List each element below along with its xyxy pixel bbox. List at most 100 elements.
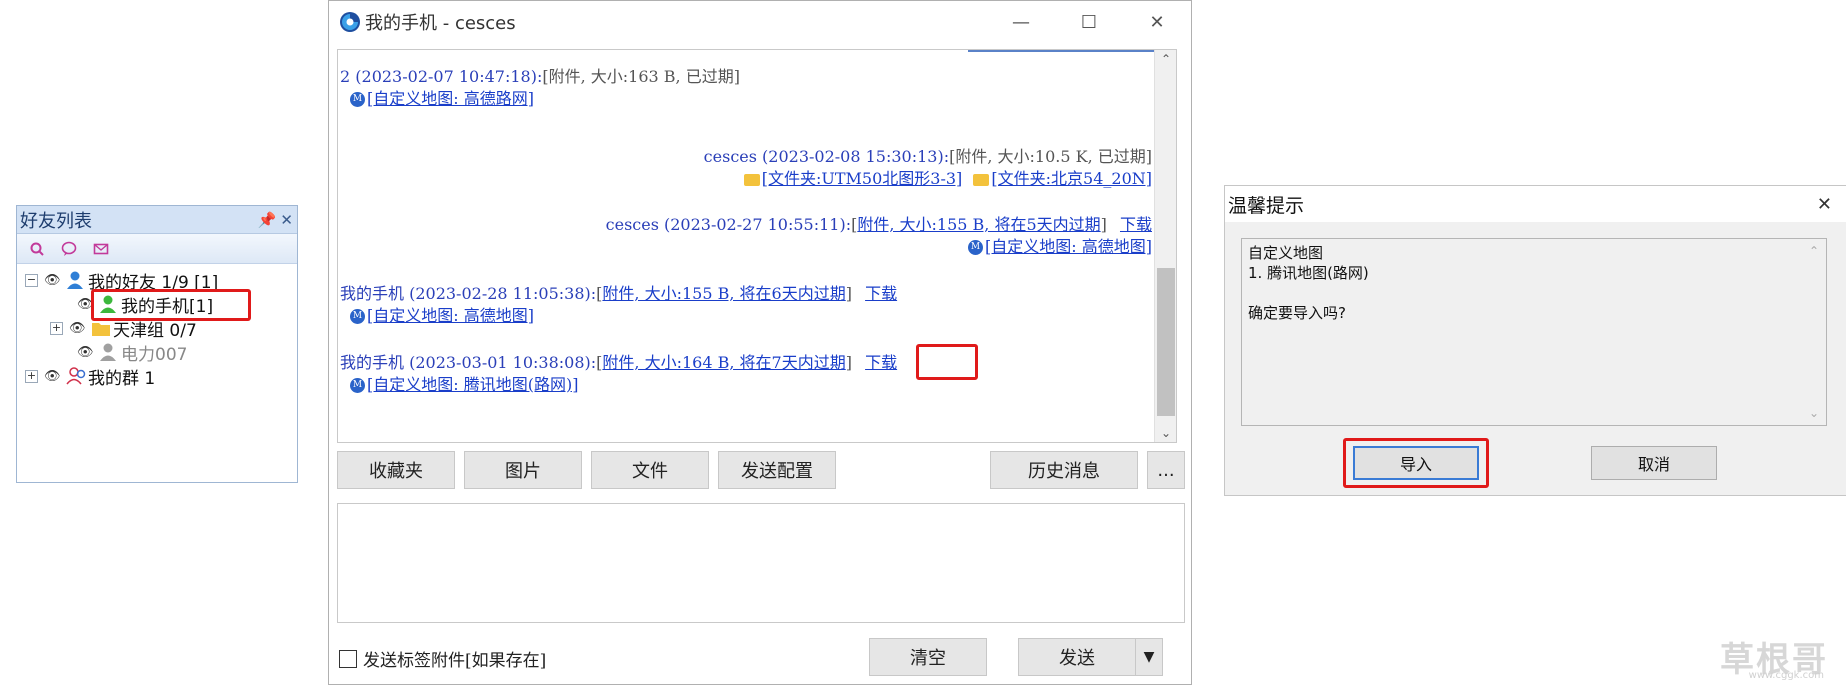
collapse-toggle[interactable]: − (25, 273, 38, 287)
custom-map-link[interactable]: [自定义地图: 高德路网] (367, 89, 534, 108)
folder-link[interactable]: [文件夹:北京54_20N] (991, 169, 1152, 188)
folder-icon (973, 173, 990, 186)
chat-window: 我的手机 - cesces — ☐ ✕ 2 (2023-02-07 10:47:… (328, 0, 1192, 685)
scroll-thumb[interactable] (1157, 268, 1175, 416)
blue-user-icon (66, 270, 84, 290)
vertical-scrollbar[interactable]: ⌃ ⌄ (1154, 50, 1176, 442)
message-4-map: M [自定义地图: 高德地图] (350, 305, 534, 327)
tree-item-label: 电力007 (121, 344, 188, 365)
send-button[interactable]: 发送 (1018, 638, 1136, 676)
message-header: 我的手机 (2023-02-28 11:05:38): (340, 284, 597, 303)
window-title: 我的手机 - cesces (365, 13, 516, 34)
maximize-button[interactable]: ☐ (1055, 12, 1123, 33)
pictures-button[interactable]: 图片 (464, 451, 582, 489)
message-5-map: M [自定义地图: 腾讯地图(路网)] (350, 374, 578, 396)
minimize-button[interactable]: — (987, 12, 1055, 33)
message-5: 我的手机 (2023-03-01 10:38:08):[附件, 大小:164 B… (340, 352, 897, 374)
download-link-highlighted[interactable]: 下载 (865, 353, 897, 372)
more-button[interactable]: ... (1147, 451, 1185, 489)
dialog-line-1: 自定义地图 (1248, 244, 1324, 262)
eye-icon[interactable]: 👁 (77, 345, 94, 360)
send-options-dropdown[interactable]: ▼ (1135, 638, 1163, 676)
import-confirm-dialog: 温馨提示 ✕ 自定义地图 1. 腾讯地图(路网) 确定要导入吗? ⌃ ⌄ 导入 … (1224, 185, 1846, 496)
close-button[interactable]: ✕ (1123, 12, 1191, 33)
message-header: 我的手机 (2023-03-01 10:38:08): (340, 353, 597, 372)
map-icon: M (350, 92, 365, 107)
scroll-down-arrow-icon[interactable]: ⌄ (1809, 403, 1819, 423)
history-button[interactable]: 历史消息 (990, 451, 1138, 489)
friend-list-title-bar: 好友列表 📌 ✕ (17, 206, 297, 234)
tree-item-dianli007[interactable]: 👁 电力007 (17, 340, 297, 365)
cancel-button[interactable]: 取消 (1591, 446, 1717, 480)
message-1-map: M [自定义地图: 高德路网] (350, 88, 534, 110)
friend-list-title: 好友列表 (20, 210, 92, 232)
folder-link[interactable]: [文件夹:UTM50北图形3-3] (762, 169, 963, 188)
bracket: ] (845, 353, 852, 372)
dialog-title: 温馨提示 (1228, 194, 1305, 217)
attachment-expired: [附件, 大小:10.5 K, 已过期] (949, 147, 1152, 166)
custom-map-link[interactable]: [自定义地图: 高德地图] (367, 306, 534, 325)
message-2-folders: [文件夹:UTM50北图形3-3] [文件夹:北京54_20N] (743, 168, 1152, 190)
eye-icon[interactable]: 👁 (44, 369, 61, 384)
message-4: 我的手机 (2023-02-28 11:05:38):[附件, 大小:155 B… (340, 283, 897, 305)
custom-map-link[interactable]: [自定义地图: 腾讯地图(路网)] (367, 375, 578, 394)
scroll-up-arrow-icon[interactable]: ⌃ (1155, 52, 1176, 66)
files-button[interactable]: 文件 (591, 451, 709, 489)
checkbox-square[interactable] (339, 649, 357, 668)
chat-icon[interactable] (61, 241, 77, 257)
attachment-link[interactable]: 附件, 大小:155 B, 将在5天内过期 (857, 215, 1100, 234)
send-tag-attachment-checkbox[interactable]: 发送标签附件[如果存在] (339, 646, 546, 671)
message-header: cesces (2023-02-08 15:30:13): (703, 147, 950, 166)
friend-tree: − 👁 我的好友 1/9 [1] 👁 我的手机[1] + 👁 天津组 0/7 👁 (17, 264, 297, 389)
message-3: cesces (2023-02-27 10:55:11):[附件, 大小:155… (606, 214, 1152, 236)
window-title-bar: 我的手机 - cesces — ☐ ✕ (329, 1, 1191, 43)
highlight-box (916, 344, 978, 380)
map-icon: M (350, 309, 365, 324)
scroll-position-line (968, 50, 1158, 52)
checkbox-label: 发送标签附件[如果存在] (363, 651, 547, 671)
dialog-title-bar: 温馨提示 ✕ (1225, 186, 1846, 222)
bracket: ] (1100, 215, 1107, 234)
custom-map-link[interactable]: [自定义地图: 高德地图] (985, 237, 1152, 256)
clear-button[interactable]: 清空 (869, 638, 987, 676)
folder-icon (91, 318, 110, 338)
send-config-button[interactable]: 发送配置 (718, 451, 836, 489)
friend-list-toolbar (17, 234, 297, 264)
tree-item-label: 我的群 1 (88, 368, 156, 389)
attachment-expired: [附件, 大小:163 B, 已过期] (542, 67, 740, 86)
mail-icon[interactable] (93, 241, 109, 257)
attachment-link[interactable]: 附件, 大小:155 B, 将在6天内过期 (602, 284, 845, 303)
dialog-line-3: 确定要导入吗? (1248, 304, 1346, 322)
message-history[interactable]: 2 (2023-02-07 10:47:18):[附件, 大小:163 B, 已… (337, 49, 1177, 443)
scroll-up-arrow-icon[interactable]: ⌃ (1809, 241, 1819, 261)
tree-item-my-groups[interactable]: + 👁 我的群 1 (17, 364, 297, 389)
highlight-box (91, 289, 251, 321)
expand-toggle[interactable]: + (25, 369, 38, 383)
download-link[interactable]: 下载 (1120, 215, 1152, 234)
friend-list-panel: 好友列表 📌 ✕ − 👁 我的好友 1/9 [1] 👁 我的手机[1] + 👁 … (16, 205, 298, 483)
dialog-close-button[interactable]: ✕ (1817, 194, 1832, 215)
message-header: cesces (2023-02-27 10:55:11): (605, 215, 852, 234)
pin-icon[interactable]: 📌 (258, 211, 277, 229)
map-icon: M (350, 378, 365, 393)
scroll-down-arrow-icon[interactable]: ⌄ (1155, 426, 1176, 440)
favorites-button[interactable]: 收藏夹 (337, 451, 455, 489)
expand-toggle[interactable]: + (50, 321, 63, 335)
close-icon[interactable]: ✕ (280, 211, 293, 229)
group-icon (66, 366, 86, 386)
eye-icon[interactable]: 👁 (44, 273, 61, 288)
gray-user-icon (99, 342, 117, 362)
watermark-url: www.cggk.com (1748, 670, 1824, 681)
dialog-scrollbar[interactable]: ⌃ ⌄ (1806, 239, 1826, 425)
message-input[interactable] (337, 503, 1185, 623)
attachment-link[interactable]: 附件, 大小:164 B, 将在7天内过期 (602, 353, 845, 372)
eye-icon[interactable]: 👁 (69, 321, 86, 336)
message-header: 2 (2023-02-07 10:47:18): (340, 67, 543, 86)
folder-icon (743, 173, 760, 186)
app-logo-icon (339, 11, 361, 33)
bracket: ] (845, 284, 852, 303)
download-link[interactable]: 下载 (865, 284, 897, 303)
search-icon[interactable] (29, 241, 45, 257)
message-2: cesces (2023-02-08 15:30:13):[附件, 大小:10.… (704, 146, 1152, 168)
message-3-map: M [自定义地图: 高德地图] (968, 236, 1152, 258)
